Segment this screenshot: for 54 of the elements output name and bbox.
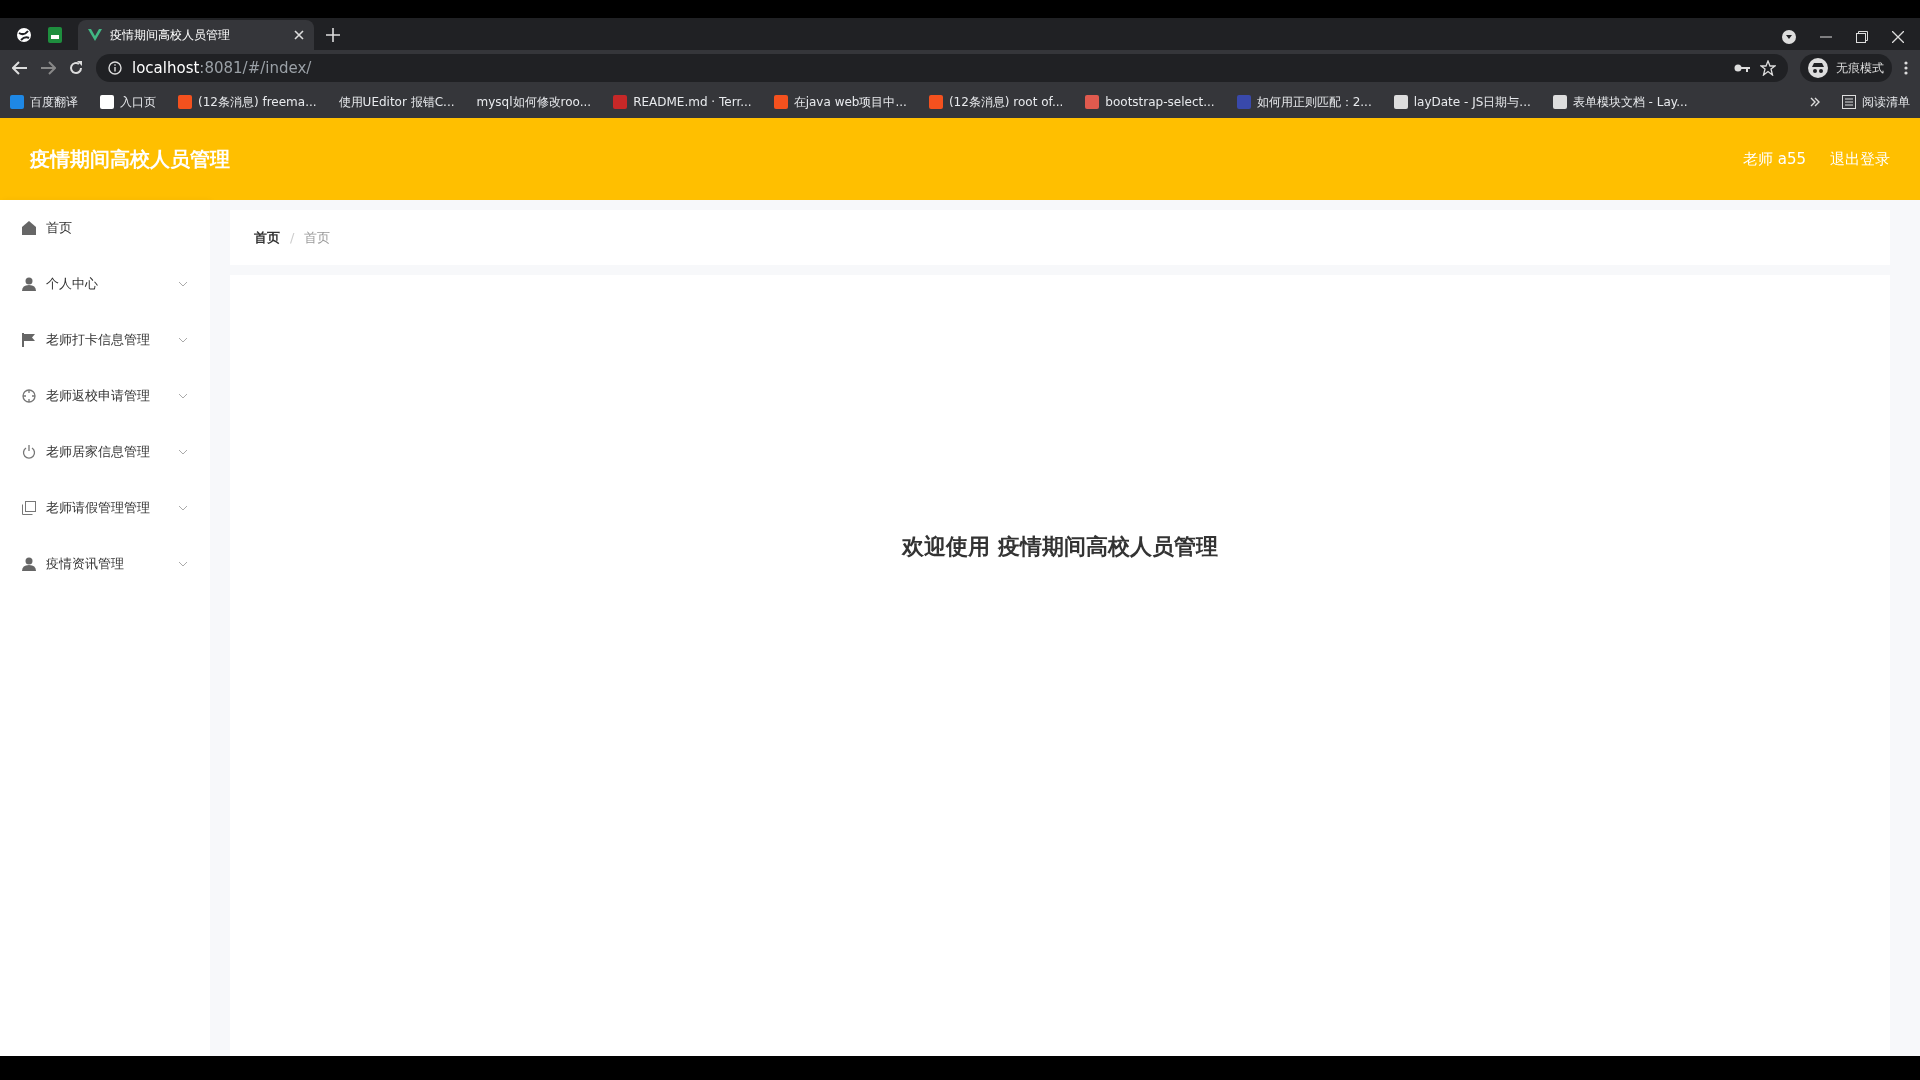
browser-tab[interactable]: 疫情期间高校人员管理 [78,20,314,50]
sidebar-item[interactable]: 老师打卡信息管理 [0,312,210,368]
sidebar-item[interactable]: 疫情资讯管理 [0,536,210,592]
chevrons-icon[interactable] [1810,97,1820,107]
bookmark[interactable]: 表单模块文档 - Lay... [1552,93,1688,111]
profile-menu-icon[interactable] [1782,30,1796,44]
welcome-heading: 欢迎使用 疫情期间高校人员管理 [902,533,1218,561]
sidebar-item[interactable]: 老师请假管理管理 [0,480,210,536]
new-tab-icon[interactable] [326,28,340,42]
flag-icon [22,333,36,347]
user-icon [22,557,36,571]
more-icon[interactable] [1904,61,1908,75]
restore-icon[interactable] [1856,31,1868,43]
app-title: 疫情期间高校人员管理 [30,146,231,173]
bookmark[interactable]: 如何用正则匹配：2... [1236,93,1372,111]
bookmark[interactable]: README.md · Terr... [613,93,752,111]
bookmark[interactable]: (12条消息) freema... [178,93,317,111]
list-icon [1842,95,1856,109]
bookmark[interactable]: 在java web项目中... [773,93,907,111]
bookmark[interactable]: mysql如何修改roo... [476,93,592,111]
close-icon[interactable] [294,30,304,40]
sidebar-item[interactable]: 老师居家信息管理 [0,424,210,480]
key-icon[interactable] [1734,63,1750,73]
url-text: localhost:8081/#/index/ [132,57,312,79]
separator-slash: / [290,228,295,247]
breadcrumb-item: 首页 [304,228,331,247]
close-icon[interactable] [1892,31,1904,43]
sidebar-item[interactable]: 老师返校申请管理 [0,368,210,424]
sidebar-item[interactable]: 个人中心 [0,256,210,312]
reading-list-button[interactable]: 阅读清单 [1842,93,1910,111]
bookmark[interactable]: 百度翻译 [10,93,78,111]
home-icon [22,221,36,235]
user-icon [22,277,36,291]
v-logo-icon [88,29,102,41]
bookmark[interactable]: 使用UEditor 报错C... [338,93,455,111]
star-icon[interactable] [1760,60,1776,76]
incognito-icon [1808,58,1828,78]
bookmark[interactable]: (12条消息) root of... [928,93,1064,111]
power-icon [22,445,36,459]
sheet-icon[interactable] [48,27,62,43]
forward-arrow-icon[interactable] [40,61,56,75]
bookmark[interactable]: 入口页 [100,93,156,111]
bookmark[interactable]: bootstrap-select... [1085,93,1215,111]
crosshair-icon [22,389,36,403]
copy-icon [22,501,36,515]
reload-icon[interactable] [68,60,84,76]
address-bar[interactable]: localhost:8081/#/index/ [96,54,1788,82]
breadcrumb-item[interactable]: 首页 [254,227,280,248]
profile-button[interactable]: 无痕模式 [1800,54,1892,82]
info-icon [108,61,122,75]
globe-icon[interactable] [16,27,32,43]
back-arrow-icon[interactable] [12,61,28,75]
bookmark[interactable]: layDate - JS日期与... [1393,93,1531,111]
sidebar-item[interactable]: 首页 [0,200,210,256]
